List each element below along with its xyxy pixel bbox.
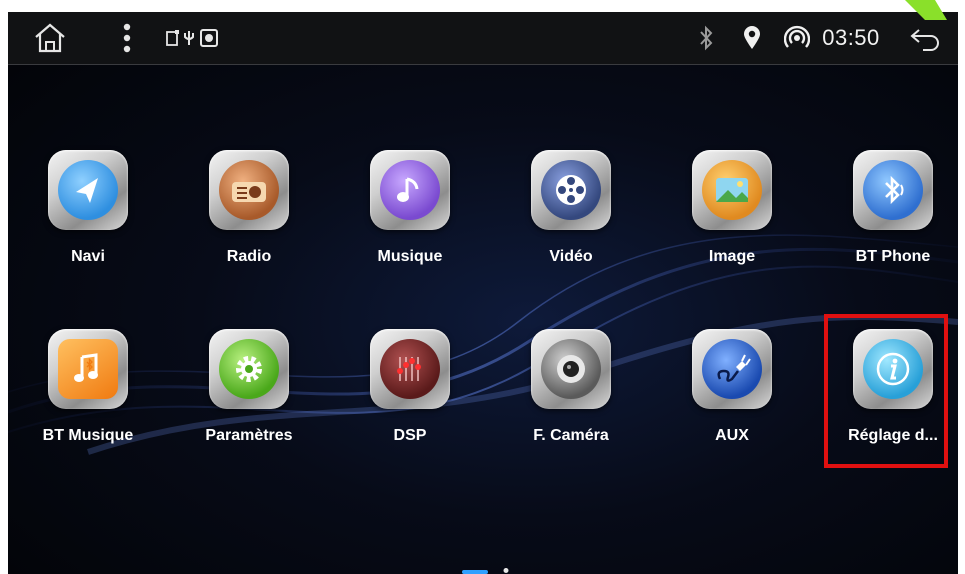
navi-tile (48, 150, 128, 230)
bluetooth-music-icon (58, 339, 118, 399)
app-label: Vidéo (549, 248, 593, 265)
app-parametres[interactable]: Paramètres (174, 329, 324, 479)
gear-icon (219, 339, 279, 399)
music-note-icon (380, 160, 440, 220)
launcher-screen: 03:50 Navi Radio Musique Vidéo Image BT … (8, 12, 958, 574)
app-label: BT Musique (42, 427, 134, 444)
parametres-tile (209, 329, 289, 409)
app-dsp[interactable]: DSP (335, 329, 485, 479)
corner-decoration (905, 0, 947, 20)
app-video[interactable]: Vidéo (496, 150, 646, 300)
dsp-tile (370, 329, 450, 409)
app-label: DSP (393, 427, 427, 444)
aux-cable-icon (702, 339, 762, 399)
app-bt-phone[interactable]: BT Phone (818, 150, 958, 300)
status-bar: 03:50 (8, 12, 958, 65)
radio-icon (219, 160, 279, 220)
app-label: Musique (377, 248, 443, 265)
app-label: BT Phone (855, 248, 931, 265)
bluetooth-phone-icon (863, 160, 923, 220)
app-radio[interactable]: Radio (174, 150, 324, 300)
hotspot-icon (782, 12, 812, 64)
clock: 03:50 (822, 25, 880, 50)
app-label: AUX (715, 427, 749, 444)
notification-icons (158, 12, 228, 64)
menu-dots-icon[interactable] (112, 12, 142, 64)
app-aux[interactable]: AUX (657, 329, 807, 479)
app-image[interactable]: Image (657, 150, 807, 300)
app-bt-musique[interactable]: BT Musique (13, 329, 163, 479)
bluetooth-icon (694, 12, 718, 64)
app-label: Image (708, 248, 756, 265)
film-reel-icon (541, 160, 601, 220)
image-tile (692, 150, 772, 230)
page-indicator[interactable] (462, 564, 512, 574)
musique-tile (370, 150, 450, 230)
app-f-camera[interactable]: F. Caméra (496, 329, 646, 479)
f-camera-tile (531, 329, 611, 409)
aux-tile (692, 329, 772, 409)
app-label: Paramètres (205, 427, 293, 444)
picture-icon (702, 160, 762, 220)
app-label: Navi (71, 248, 105, 265)
navigation-arrow-icon (58, 160, 118, 220)
app-navi[interactable]: Navi (13, 150, 163, 300)
selection-highlight (824, 314, 948, 468)
bt-musique-tile (48, 329, 128, 409)
video-tile (531, 150, 611, 230)
radio-tile (209, 150, 289, 230)
camera-lens-icon (541, 339, 601, 399)
bt-phone-tile (853, 150, 933, 230)
app-musique[interactable]: Musique (335, 150, 485, 300)
app-label: F. Caméra (533, 427, 609, 444)
equalizer-icon (380, 339, 440, 399)
app-label: Radio (226, 248, 272, 265)
home-icon[interactable] (28, 12, 72, 64)
location-icon (740, 12, 764, 64)
